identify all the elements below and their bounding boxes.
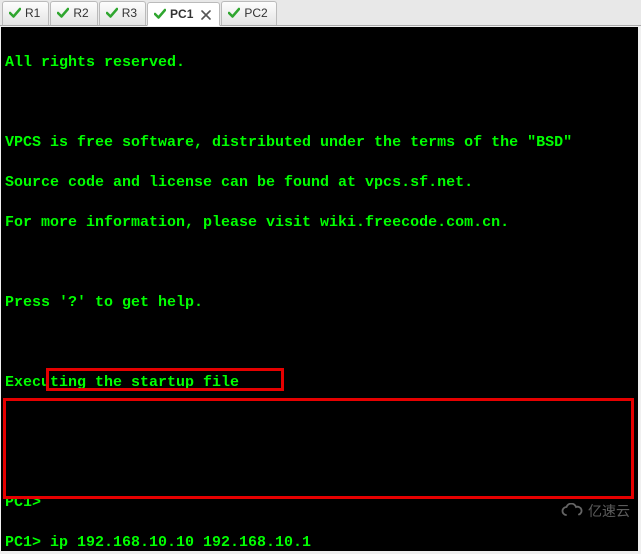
tab-pc1[interactable]: PC1 [147, 2, 220, 26]
check-icon [154, 8, 166, 20]
tab-r2[interactable]: R2 [50, 1, 97, 25]
terminal-line [5, 93, 634, 113]
terminal-line: Executing the startup file [5, 373, 634, 393]
terminal-line [5, 413, 634, 433]
terminal-line: Press '?' to get help. [5, 293, 634, 313]
terminal-line: PC1> ip 192.168.10.10 192.168.10.1 [5, 533, 634, 551]
tab-bar: R1 R2 R3 PC1 PC2 [0, 0, 641, 26]
check-icon [228, 7, 240, 19]
terminal-line [5, 453, 634, 473]
watermark: 亿速云 [560, 501, 630, 521]
terminal-line: All rights reserved. [5, 53, 634, 73]
cloud-icon [560, 503, 584, 519]
tab-label: R2 [73, 6, 88, 20]
watermark-text: 亿速云 [588, 501, 630, 521]
check-icon [106, 7, 118, 19]
tab-r3[interactable]: R3 [99, 1, 146, 25]
terminal-output: All rights reserved. VPCS is free softwa… [1, 27, 638, 551]
tab-label: PC1 [170, 7, 193, 21]
tab-pc2[interactable]: PC2 [221, 1, 276, 25]
tab-label: PC2 [244, 6, 267, 20]
terminal-line: PC1> [5, 493, 634, 513]
terminal-line: VPCS is free software, distributed under… [5, 133, 634, 153]
close-icon[interactable] [201, 9, 211, 19]
terminal[interactable]: All rights reserved. VPCS is free softwa… [1, 27, 638, 551]
terminal-line: Source code and license can be found at … [5, 173, 634, 193]
tab-r1[interactable]: R1 [2, 1, 49, 25]
check-icon [57, 7, 69, 19]
terminal-line [5, 253, 634, 273]
tab-label: R3 [122, 6, 137, 20]
check-icon [9, 7, 21, 19]
terminal-line: For more information, please visit wiki.… [5, 213, 634, 233]
tab-label: R1 [25, 6, 40, 20]
terminal-line [5, 333, 634, 353]
